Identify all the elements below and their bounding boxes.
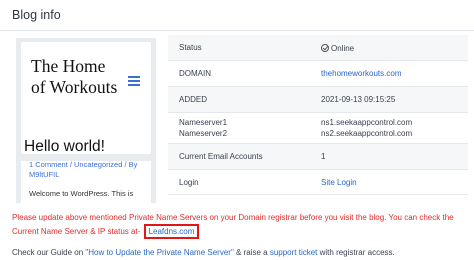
nameserver2-value: ns2.seekaappcontrol.com [321, 128, 413, 138]
email-accounts-value: 1 [309, 143, 468, 170]
guide-middle: & raise a [233, 248, 270, 257]
added-value: 2021-09-13 09:15:25 [309, 86, 468, 113]
warning-text: Please update above mentioned Private Na… [12, 213, 454, 236]
status-value: Online [309, 35, 468, 62]
nameserver1-label: Nameserver1 [179, 117, 228, 127]
domain-label: DOMAIN [168, 60, 309, 88]
site-preview[interactable]: The Home of Workouts Hello world! 1 Comm… [16, 38, 156, 203]
table-row-status: Status Online [168, 35, 468, 62]
nameserver-values: ns1.seekaappcontrol.com ns2.seekaappcont… [309, 112, 468, 144]
guide-suffix: with registrar access. [317, 248, 395, 257]
email-accounts-label: Current Email Accounts [168, 143, 309, 170]
nameserver-labels: Nameserver1 Nameserver2 [168, 112, 309, 144]
card-title: Blog info [12, 8, 61, 22]
preview-site-title: The Home of Workouts [31, 56, 118, 97]
table-row-added: ADDED 2021-09-13 09:15:25 [168, 86, 468, 113]
table-row-domain: DOMAIN thehomeworkouts.com [168, 60, 468, 88]
status-label: Status [168, 35, 309, 62]
check-circle-icon [321, 43, 329, 52]
nameserver-warning: Please update above mentioned Private Na… [12, 212, 472, 239]
site-login-link[interactable]: Site Login [309, 169, 468, 196]
card-header: Blog info [0, 0, 474, 31]
table-row-login: Login Site Login [168, 169, 468, 196]
blog-info-table: Status Online DOMAIN thehomeworkouts.com… [168, 35, 468, 196]
nameserver2-label: Nameserver2 [179, 128, 228, 138]
preview-post-title: Hello world! [24, 138, 105, 155]
guide-prefix: Check our Guide on [12, 248, 86, 257]
nameserver1-value: ns1.seekaappcontrol.com [321, 117, 413, 127]
table-row-nameservers: Nameserver1 Nameserver2 ns1.seekaappcont… [168, 112, 468, 144]
guide-link[interactable]: "How to Update the Private Name Server" [85, 248, 233, 257]
preview-post-excerpt: Welcome to WordPress. This is [29, 189, 134, 198]
table-row-email: Current Email Accounts 1 [168, 143, 468, 170]
preview-post-meta: 1 Comment / Uncategorized / By M9ltUFIL [29, 160, 138, 179]
leafdns-link[interactable]: Leafdns.com [143, 223, 200, 239]
login-label: Login [168, 169, 309, 196]
status-text: Online [331, 43, 355, 53]
added-label: ADDED [168, 86, 309, 113]
guide-note: Check our Guide on "How to Update the Pr… [12, 248, 472, 257]
hamburger-menu-icon [128, 76, 140, 86]
support-ticket-link[interactable]: support ticket [270, 248, 318, 257]
domain-link[interactable]: thehomeworkouts.com [309, 60, 468, 88]
